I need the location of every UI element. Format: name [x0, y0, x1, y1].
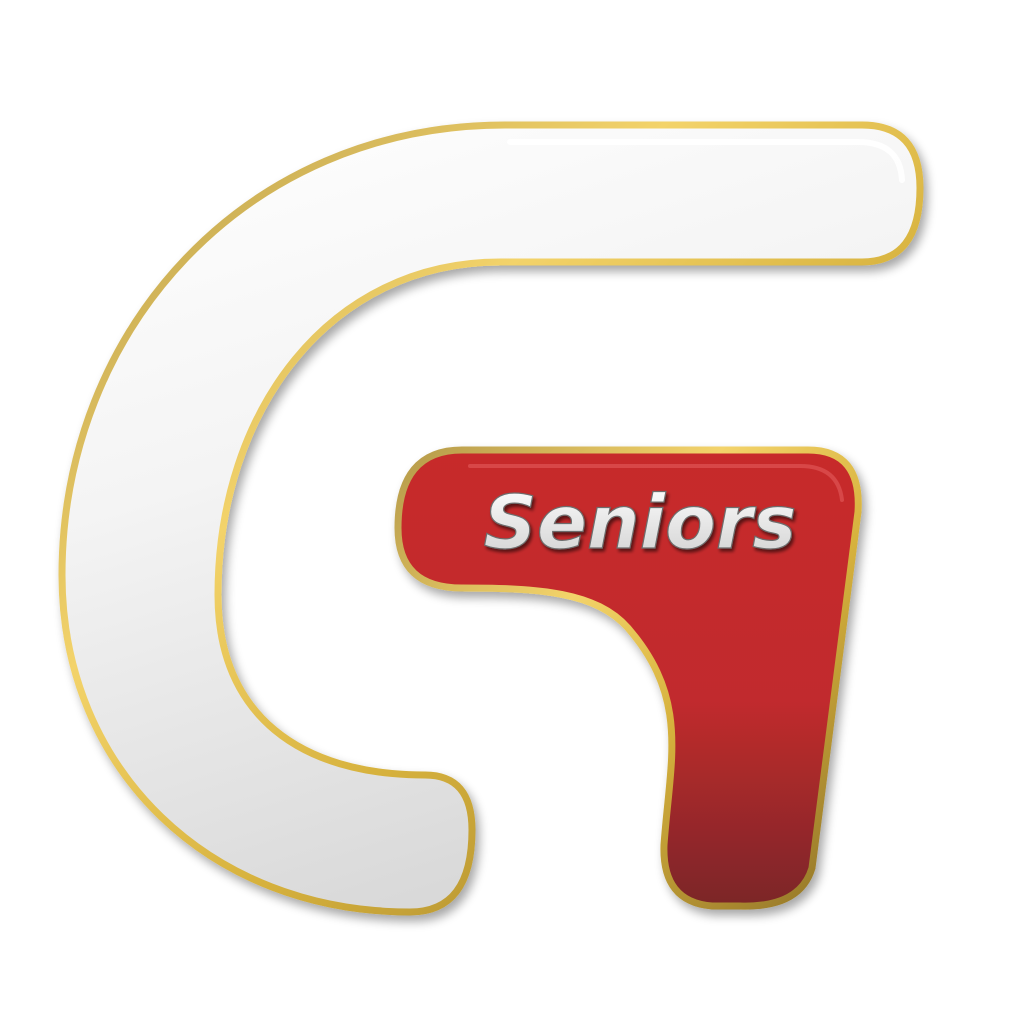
- wordmark-text: Seniors: [484, 480, 797, 566]
- seniors-logo: Seniors: [58, 121, 924, 916]
- logo-canvas: Seniors: [0, 0, 1020, 1020]
